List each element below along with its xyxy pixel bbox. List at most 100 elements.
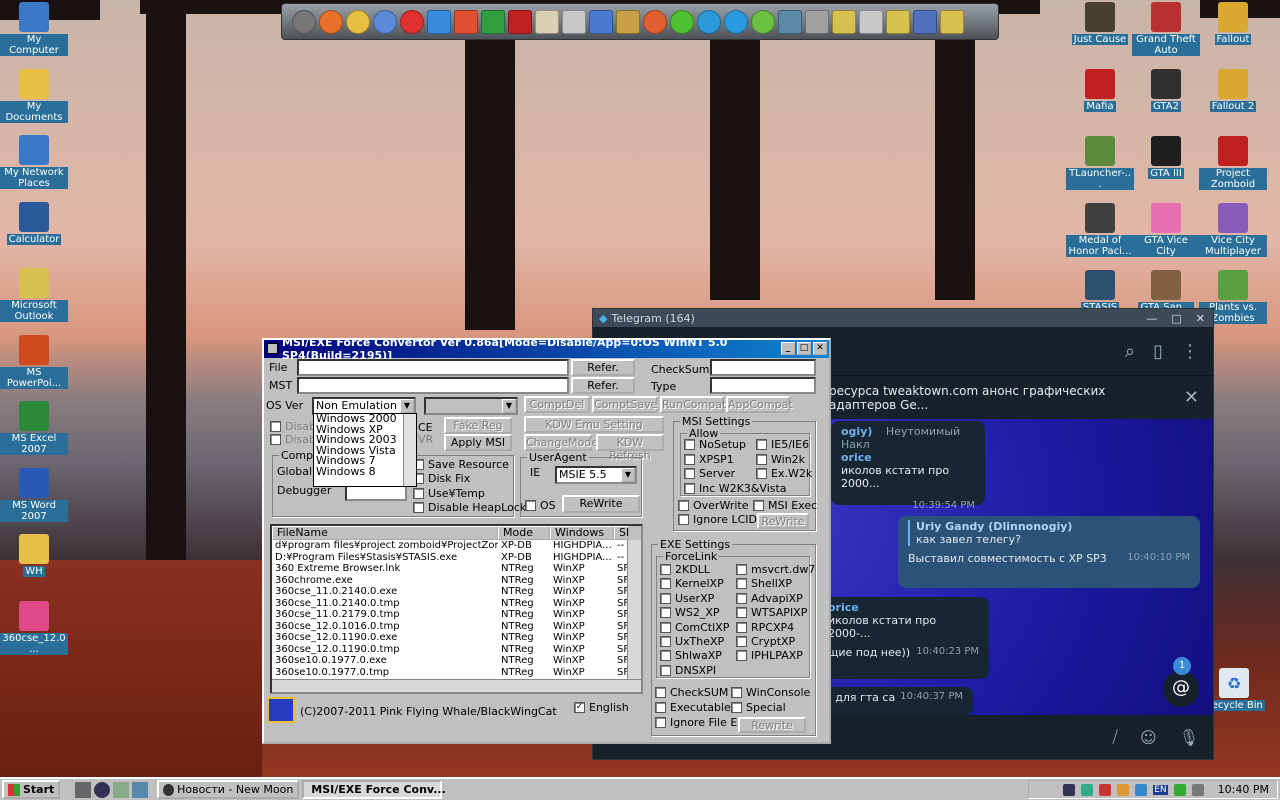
msi-titlebar[interactable]: MSI/EXE Force Convertor Ver 0.86a[Mode=D… — [264, 336, 829, 362]
checkbox-advapixp[interactable]: AdvapiXP — [736, 592, 803, 605]
checkbox-shlwaxp[interactable]: ShlwaXP — [660, 649, 722, 662]
table-row[interactable]: 360cse_11.0.2140.0.tmp NTReg WinXP SF — [272, 598, 641, 610]
volume-icon[interactable] — [1191, 783, 1204, 796]
fake-reg-button[interactable]: Fake Reg — [444, 417, 512, 434]
overwrite-checkbox[interactable]: OverWrite — [678, 499, 749, 512]
right-icon-3[interactable]: Mafia — [1066, 69, 1134, 112]
table-row[interactable]: D:¥Program Files¥Stasis¥STASIS.exe XP-DB H… — [272, 552, 641, 564]
file-refer-button[interactable]: Refer. — [571, 359, 635, 376]
utorrent-icon[interactable] — [751, 9, 775, 34]
folder-icon[interactable] — [832, 9, 856, 34]
maximize-button[interactable]: □ — [797, 342, 811, 355]
app-icon[interactable] — [292, 9, 316, 34]
left-icon-8[interactable]: WH — [0, 534, 68, 577]
kdw-refresh-button[interactable]: KDW Refresh — [596, 434, 664, 462]
maximize-icon[interactable]: □ — [1171, 312, 1181, 325]
chrome-icon[interactable] — [346, 9, 370, 34]
left-icon-2[interactable]: My Network Places — [0, 135, 68, 189]
table-row[interactable]: 360cse_11.0.2179.0.tmp NTReg WinXP SF — [272, 609, 641, 621]
tray-icon[interactable] — [1099, 783, 1112, 796]
folder-icon[interactable] — [886, 9, 910, 34]
quicklaunch-icon[interactable] — [75, 781, 92, 798]
checkbox-server[interactable]: Server — [684, 467, 735, 480]
kdw-emu-setting-button[interactable]: KDW Emu Setting — [524, 416, 664, 433]
table-row[interactable]: 360chrome.exe NTReg WinXP SF — [272, 575, 641, 587]
disable-checkbox-1[interactable]: Disab — [270, 420, 316, 433]
checkbox-nosetup[interactable]: NoSetup — [684, 438, 746, 451]
ignore-file-ext-checkbox[interactable]: Ignore File Ext — [655, 716, 748, 729]
checkbox-msvcrt-dw7[interactable]: msvcrt.dw7 — [736, 563, 815, 576]
commands-icon[interactable]: ⧸ — [1113, 727, 1118, 747]
right-icon-7[interactable]: GTA III — [1132, 136, 1200, 179]
chevron-down-icon[interactable]: ▼ — [621, 468, 635, 482]
message-bubble[interactable]: а для гта са 10:40:37 PM — [815, 687, 973, 715]
winconsole-checkbox[interactable]: WinConsole — [731, 686, 810, 699]
table-row[interactable]: 360cse_12.0.1016.0.tmp NTReg WinXP SF — [272, 621, 641, 633]
checkbox-ie5-ie6[interactable]: IE5/IE6 — [756, 438, 809, 451]
right-icon-1[interactable]: Grand Theft Auto — [1132, 2, 1200, 56]
horizontal-scrollbar[interactable] — [272, 679, 641, 692]
tray-icon[interactable] — [1081, 783, 1094, 796]
quicklaunch-icon[interactable] — [113, 781, 130, 798]
message-bubble[interactable]: ogiy) Неутомимый Накл orice иколов кстат… — [831, 421, 985, 511]
disable-heaplock-checkbox[interactable]: Disable HeapLock — [413, 501, 526, 514]
checkbox-rpcxp4[interactable]: RPCXP4 — [736, 621, 794, 634]
right-icon-8[interactable]: Project Zomboid — [1199, 136, 1267, 190]
right-icon-13[interactable]: GTA San... — [1132, 270, 1200, 313]
table-row[interactable]: 360 Extreme Browser.lnk NTReg WinXP SF — [272, 563, 641, 575]
mention-button[interactable]: @ — [1163, 671, 1199, 707]
table-row[interactable]: 360cse_11.0.2140.0.exe NTReg WinXP SF — [272, 586, 641, 598]
dropdown-scrollbar[interactable] — [403, 414, 416, 486]
left-icon-0[interactable]: My Computer — [0, 2, 68, 56]
close-button[interactable]: ✕ — [813, 342, 827, 355]
right-icon-9[interactable]: Medal of Honor Paci... — [1066, 203, 1134, 257]
left-icon-1[interactable]: My Documents — [0, 68, 68, 123]
language-indicator[interactable]: EN — [1153, 784, 1168, 795]
chevron-down-icon[interactable]: ▼ — [502, 399, 516, 413]
apply-msi-button[interactable]: Apply MSI — [444, 434, 512, 451]
close-icon[interactable]: ✕ — [1196, 312, 1205, 325]
folder-icon[interactable] — [940, 9, 964, 34]
checkbox-shellxp[interactable]: ShellXP — [736, 577, 792, 590]
checkbox-userxp[interactable]: UserXP — [660, 592, 714, 605]
checkbox-ex-w2k[interactable]: Ex.W2k — [756, 467, 812, 480]
wps-icon[interactable] — [454, 9, 478, 34]
msi-exec-checkbox[interactable]: MSI Exec — [753, 499, 817, 512]
vertical-scrollbar[interactable] — [627, 540, 641, 680]
quicklaunch-icon[interactable] — [132, 781, 149, 798]
right-icon-11[interactable]: Vice City Multiplayer — [1199, 203, 1267, 257]
checkbox-inc-w2k3-vista[interactable]: Inc W2K3&Vista — [684, 482, 787, 495]
emoji-icon[interactable]: ☺ — [1140, 728, 1157, 747]
firefox-icon[interactable] — [319, 9, 343, 34]
sidebar-icon[interactable]: ▯ — [1153, 341, 1163, 362]
left-icon-6[interactable]: MS Excel 2007 — [0, 401, 68, 455]
left-icon-7[interactable]: MS Word 2007 — [0, 467, 68, 522]
table-row[interactable]: 360cse_12.0.1190.0.tmp NTReg WinXP SF — [272, 644, 641, 656]
right-icon-6[interactable]: TLauncher-... — [1066, 136, 1134, 190]
checkbox-kernelxp[interactable]: KernelXP — [660, 577, 724, 590]
mst-refer-button[interactable]: Refer. — [571, 377, 635, 394]
right-icon-10[interactable]: GTA Vice City — [1132, 203, 1200, 257]
right-icon-0[interactable]: Just Cause — [1066, 2, 1134, 45]
message-bubble-outgoing[interactable]: Uriy Gandy (Dlinnonogiy) как завел телег… — [898, 516, 1200, 588]
settings-icon[interactable] — [805, 9, 829, 34]
comptsave-button[interactable]: ComptSave — [592, 396, 658, 413]
rewrite-button[interactable]: ReWrite — [562, 495, 640, 513]
gem-icon[interactable] — [643, 9, 667, 34]
search-icon[interactable]: ⌕ — [1125, 341, 1135, 362]
save-resource-checkbox[interactable]: Save Resource — [413, 458, 509, 471]
close-pin-icon[interactable]: ✕ — [1184, 387, 1199, 408]
left-icon-5[interactable]: MS PowerPoi... — [0, 334, 68, 389]
mst-input[interactable] — [297, 377, 569, 394]
microphone-icon[interactable]: 🎙 — [1179, 728, 1199, 747]
calculator-icon[interactable] — [778, 9, 802, 34]
osver-dropdown-list[interactable]: Windows 2000 Windows XP Windows 2003 Window… — [313, 413, 417, 487]
disable-checkbox-2[interactable]: Disab — [270, 433, 316, 446]
table-row[interactable]: 360se10.0.1977.0.tmp NTReg WinXP SF — [272, 667, 641, 679]
left-icon-4[interactable]: Microsoft Outlook — [0, 268, 68, 322]
type-input[interactable] — [710, 377, 816, 394]
table-row[interactable]: 360cse_12.0.1190.0.exe NTReg WinXP SF — [272, 632, 641, 644]
table-row[interactable]: 360se10.0.1977.0.exe NTReg WinXP SF — [272, 655, 641, 667]
pattern-icon[interactable] — [616, 9, 640, 34]
folder-icon[interactable] — [535, 9, 559, 34]
